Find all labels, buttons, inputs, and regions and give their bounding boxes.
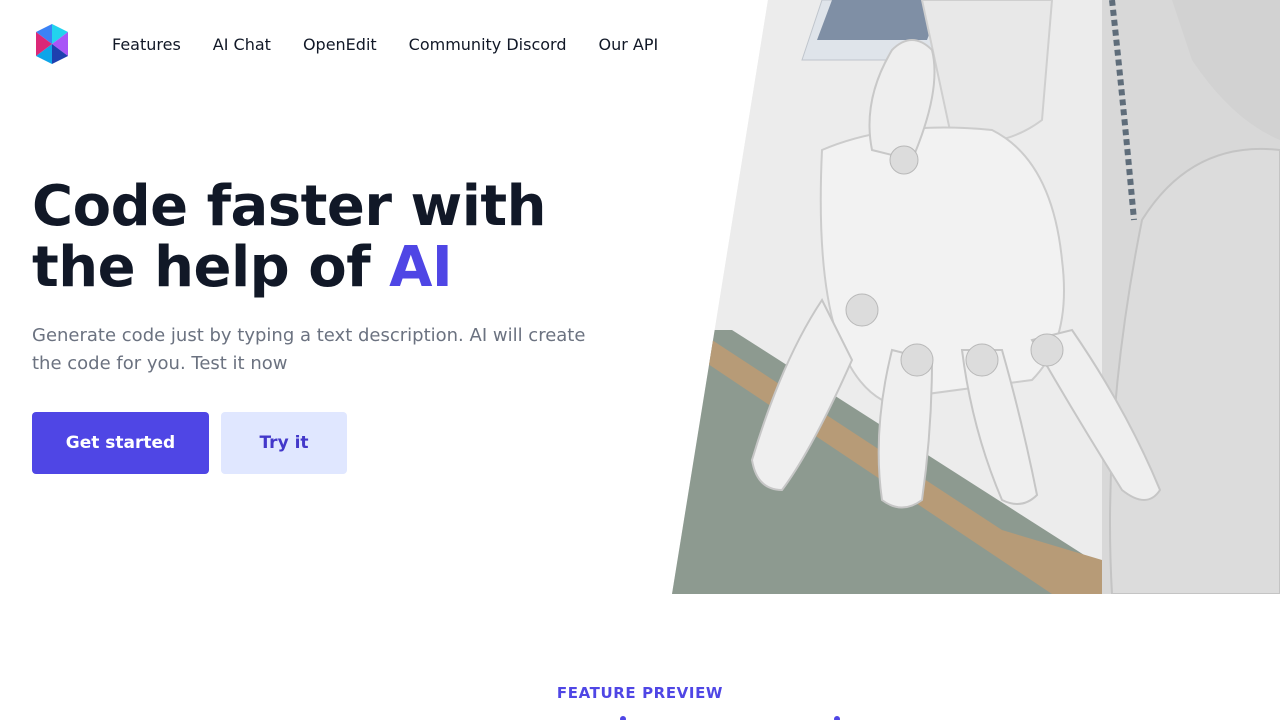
nav-link-community-discord[interactable]: Community Discord xyxy=(409,35,567,54)
nav-link-openedit[interactable]: OpenEdit xyxy=(303,35,377,54)
get-started-button[interactable]: Get started xyxy=(32,412,209,474)
robot-hand-icon xyxy=(672,0,1280,594)
nav-link-features[interactable]: Features xyxy=(112,35,181,54)
hero-actions: Get started Try it xyxy=(32,412,652,474)
top-navigation: Features AI Chat OpenEdit Community Disc… xyxy=(32,24,658,64)
hero-title: Code faster with the help of AI xyxy=(32,176,652,298)
hero-title-accent: AI xyxy=(389,235,453,300)
landing-page: Features AI Chat OpenEdit Community Disc… xyxy=(0,0,1280,720)
hero-title-main: Code faster with the help of xyxy=(32,174,547,300)
nav-link-ai-chat[interactable]: AI Chat xyxy=(213,35,271,54)
heading-glyph-fragment xyxy=(620,716,626,720)
nav-links: Features AI Chat OpenEdit Community Disc… xyxy=(112,35,658,54)
hero-image xyxy=(672,0,1280,594)
feature-preview-eyebrow: FEATURE PREVIEW xyxy=(556,684,724,702)
hero-subtitle: Generate code just by typing a text desc… xyxy=(32,325,586,374)
hero-section: Code faster with the help of AI Generate… xyxy=(32,176,652,474)
try-it-button[interactable]: Try it xyxy=(221,412,347,474)
nav-link-our-api[interactable]: Our API xyxy=(598,35,658,54)
feature-heading-peek xyxy=(0,712,1280,720)
logo-icon[interactable] xyxy=(32,24,72,64)
heading-glyph-fragment xyxy=(834,716,840,720)
